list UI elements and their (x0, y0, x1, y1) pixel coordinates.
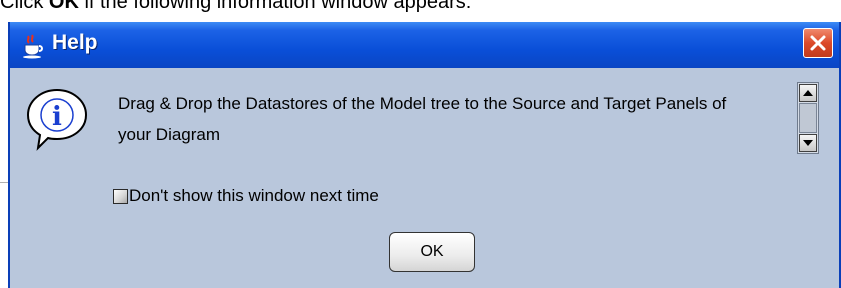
dont-show-again-option[interactable]: Don't show this window next time (113, 185, 379, 207)
info-icon: i (26, 88, 88, 151)
scroll-down-button[interactable] (799, 134, 817, 152)
instruction-text: Click OK if the following information wi… (0, 0, 471, 14)
dialog-content: i Drag & Drop the Datastores of the Mode… (10, 68, 839, 288)
dont-show-again-checkbox[interactable] (113, 188, 128, 204)
svg-text:i: i (52, 102, 62, 132)
scroll-up-button[interactable] (799, 84, 817, 102)
instruction-bold-ok: OK (48, 0, 79, 13)
dont-show-again-label: Don't show this window next time (129, 186, 379, 205)
ok-button[interactable]: OK (389, 232, 475, 272)
instruction-prefix: Click (0, 0, 49, 13)
background-divider (0, 182, 8, 183)
close-icon (810, 35, 826, 51)
arrow-down-icon (803, 140, 813, 146)
message-text: Drag & Drop the Datastores of the Model … (118, 94, 727, 144)
title-bar[interactable]: Help (10, 22, 839, 68)
java-cup-icon (23, 34, 43, 59)
scroll-thumb[interactable] (799, 103, 817, 133)
instruction-suffix: if the following information window appe… (78, 0, 472, 13)
close-button[interactable] (803, 28, 833, 58)
arrow-up-icon (803, 90, 813, 96)
message-scrollbar[interactable] (797, 82, 819, 154)
help-dialog: Help i Drag & Drop the Datastores of the… (8, 22, 841, 288)
dialog-title: Help (52, 31, 98, 54)
